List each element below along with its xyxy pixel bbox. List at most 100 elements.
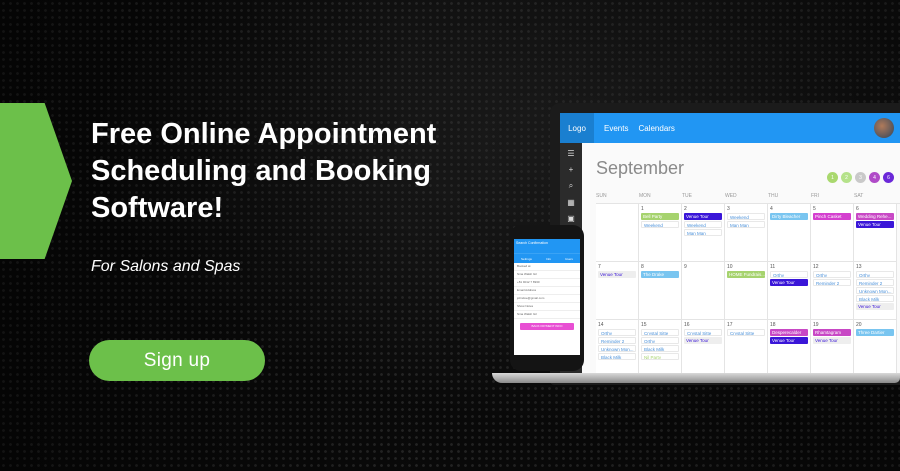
calendar-event[interactable]: Venue Tour — [684, 213, 722, 220]
calendar-event[interactable]: Bell Party — [641, 213, 679, 220]
calendar-day[interactable] — [596, 204, 639, 262]
calendar-day[interactable]: 16 Crystal Sitte Venue Tour — [682, 320, 725, 375]
day-number: 7 — [598, 264, 601, 270]
calendar-event[interactable]: Man Man — [727, 221, 765, 228]
calendar-event[interactable]: Black Milk — [641, 345, 679, 352]
calendar-event[interactable]: Orthy — [770, 271, 808, 278]
day-number: 2 — [684, 206, 687, 212]
calendar-event[interactable]: HOME Fundrais... — [727, 271, 765, 278]
calendar-day[interactable]: 20 Three Dartier — [854, 320, 897, 375]
calendar-event[interactable]: Venue Tour — [856, 303, 894, 310]
page-dot[interactable]: 4 — [869, 172, 880, 183]
calendar-day[interactable]: 3 Weekend Man Man — [725, 204, 768, 262]
calendar-event[interactable]: Reminder 2 — [813, 279, 851, 286]
phone-tab-settings[interactable]: Settings — [521, 257, 532, 261]
nav-events[interactable]: Events — [604, 124, 628, 133]
calendar-event[interactable]: Venue Tour — [598, 271, 636, 278]
calendar-event[interactable]: Venue Tour — [684, 337, 722, 344]
day-number: 3 — [727, 206, 730, 212]
plus-icon[interactable]: + — [569, 165, 574, 174]
calendar-event[interactable]: Weekend — [727, 213, 765, 220]
calendar-event[interactable]: The Drake — [641, 271, 679, 278]
calendar-event[interactable]: Dirty Bleacher — [770, 213, 808, 220]
calendar-event[interactable]: Rhamtagram — [813, 329, 851, 336]
calendar-day[interactable]: 12 Orthy Reminder 2 — [811, 262, 854, 320]
calendar-day[interactable]: 14 Orthy Reminder 2 Unknown Mon... Black Mil… — [596, 320, 639, 375]
day-number: 18 — [770, 322, 776, 328]
calendar-event[interactable]: Reminder 2 — [598, 337, 636, 344]
calendar-day[interactable]: 13 Orthy Reminder 2 Unknown Mon... Black Mil… — [854, 262, 897, 320]
calendar-day[interactable]: 19 Rhamtagram Venue Tour — [811, 320, 854, 375]
phone-field[interactable]: +81 9012 7 8930 — [514, 279, 580, 287]
calendar-event[interactable]: Orthy — [641, 337, 679, 344]
calendar-event[interactable]: Reminder 2 — [856, 279, 894, 286]
calendar-day[interactable]: 1 Bell Party Weekend — [639, 204, 682, 262]
calendar-event[interactable]: Unknown Mon... — [598, 345, 636, 352]
calendar-event[interactable]: Orthy — [856, 271, 894, 278]
phone-tab-info[interactable]: Info — [546, 257, 551, 261]
grid-icon[interactable]: ▦ — [567, 198, 575, 207]
app-logo[interactable]: Logo — [560, 113, 594, 143]
calendar-day[interactable]: 2 Venue Tour Weekend Man Man — [682, 204, 725, 262]
calendar-day[interactable]: 18 Desperecalder Venue Tour — [768, 320, 811, 375]
calendar-view: September 12346 SUN MON TUE WED THU FRI SAT 1B… — [582, 143, 900, 375]
calendar-event[interactable]: Weekend — [684, 221, 722, 228]
page-dot[interactable]: 1 — [827, 172, 838, 183]
search-icon[interactable]: ⌕ — [569, 181, 573, 191]
calendar-event[interactable]: Nil Party — [641, 353, 679, 360]
calendar-event[interactable]: Venue Tour — [770, 337, 808, 344]
calendar-day[interactable]: 8 The Drake — [639, 262, 682, 320]
calendar-day[interactable]: 5 Pinch Casket — [811, 204, 854, 262]
phone-payment-button[interactable]: BACK PAYMENT INFO — [520, 323, 574, 330]
calendar-event[interactable]: Venue Tour — [813, 337, 851, 344]
calendar-event[interactable]: Unknown Mon... — [856, 287, 894, 294]
calendar-day[interactable]: 17 Crystal Sitte — [725, 320, 768, 375]
phone-field[interactable]: Booked at — [514, 263, 580, 271]
weekday-label: SAT — [854, 193, 864, 199]
calendar-day[interactable]: 9 — [682, 262, 725, 320]
menu-icon[interactable]: ☰ — [567, 149, 574, 158]
page-dot[interactable]: 2 — [841, 172, 852, 183]
calendar-event[interactable]: Desperecalder — [770, 329, 808, 336]
calendar-event[interactable]: Orthy — [813, 271, 851, 278]
month-title: September — [596, 158, 685, 178]
calendar-day[interactable]: 6 Wedding Rehe... Venue Tour — [854, 204, 897, 262]
phone-field[interactable]: Email Address — [514, 287, 580, 295]
calendar-day[interactable]: 11 Orthy Venue Tour — [768, 262, 811, 320]
phone-field[interactable]: johndoe@gmail.com — [514, 295, 580, 303]
calendar-event[interactable]: Man Man — [684, 229, 722, 236]
calendar-event[interactable]: Black Milk — [598, 353, 636, 360]
phone-field[interactable]: Show Notes — [514, 303, 580, 311]
avatar[interactable] — [874, 118, 894, 138]
phone-field[interactable]: Nina Walsh Gil — [514, 271, 580, 279]
calendar-day[interactable]: 15 Crystal Sitte Orthy Black Milk Nil Party — [639, 320, 682, 375]
calendar-event[interactable]: Weekend — [641, 221, 679, 228]
calendar-event[interactable]: Orthy — [598, 329, 636, 336]
calendar-event[interactable]: Crystal Sitte — [684, 329, 722, 336]
calendar-day[interactable]: 4 Dirty Bleacher — [768, 204, 811, 262]
calendar-event[interactable]: Three Dartier — [856, 329, 894, 336]
weekday-label: WED — [725, 193, 737, 199]
signup-button[interactable]: Sign up — [89, 340, 265, 381]
day-number: 11 — [770, 264, 776, 270]
nav-calendars[interactable]: Calendars — [638, 124, 674, 133]
phone-field[interactable]: Nina Walsh Gil — [514, 311, 580, 319]
calendar-event[interactable]: Wedding Rehe... — [856, 213, 894, 220]
calendar-event[interactable]: Crystal Sitte — [641, 329, 679, 336]
calendar-day[interactable]: 7 Venue Tour — [596, 262, 639, 320]
calendar-event[interactable]: Venue Tour — [856, 221, 894, 228]
calendar-event[interactable]: Black Milk — [856, 295, 894, 302]
phone-form: Booked at Nina Walsh Gil +81 9012 7 8930 Em… — [514, 263, 580, 319]
phone-tab-users[interactable]: Users — [565, 257, 573, 261]
weekday-label: SUN — [596, 193, 607, 199]
calendar-icon[interactable]: ▣ — [567, 214, 575, 223]
calendar-event[interactable]: Crystal Sitte — [727, 329, 765, 336]
laptop-mockup: Logo Events Calendars ☰ + ⌕ ▦ ▣ Septembe… — [550, 103, 900, 385]
day-number — [598, 206, 636, 213]
calendar-day[interactable]: 10 HOME Fundrais... — [725, 262, 768, 320]
page-dot[interactable]: 6 — [883, 172, 894, 183]
calendar-event[interactable]: Venue Tour — [770, 279, 808, 286]
page-dot[interactable]: 3 — [855, 172, 866, 183]
day-number: 20 — [856, 322, 862, 328]
calendar-event[interactable]: Pinch Casket — [813, 213, 851, 220]
